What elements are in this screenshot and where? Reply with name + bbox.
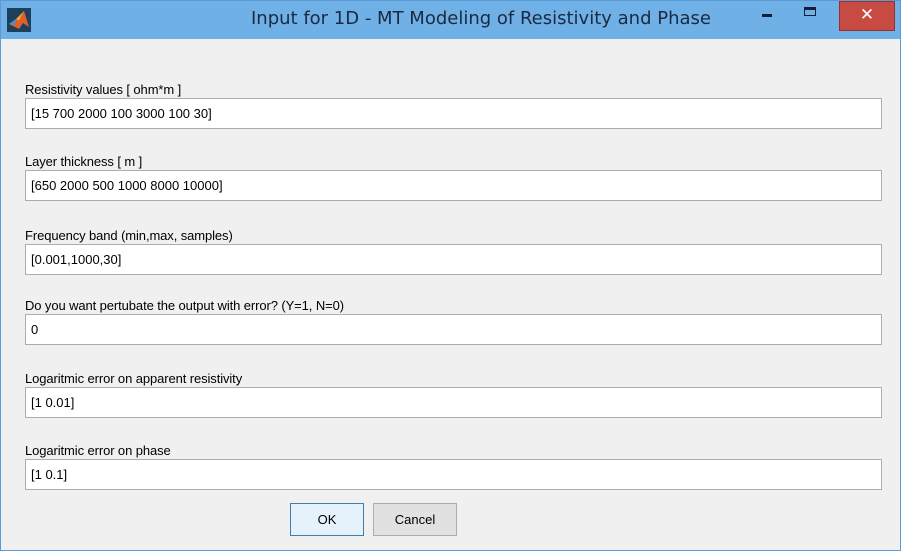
perturbate-error-input[interactable] <box>25 314 882 345</box>
minimize-icon <box>762 14 772 17</box>
close-button[interactable]: ✕ <box>839 1 895 31</box>
frequency-band-label: Frequency band (min,max, samples) <box>25 228 233 243</box>
ok-button[interactable]: OK <box>290 503 364 536</box>
close-icon: ✕ <box>859 5 875 25</box>
frequency-band-input[interactable] <box>25 244 882 275</box>
resistivity-input[interactable] <box>25 98 882 129</box>
cancel-button[interactable]: Cancel <box>373 503 457 536</box>
perturbate-error-label: Do you want pertubate the output with er… <box>25 298 344 313</box>
layer-thickness-label: Layer thickness [ m ] <box>25 154 143 169</box>
maximize-button[interactable] <box>791 1 831 29</box>
resistivity-error-label: Logaritmic error on apparent resistivity <box>25 371 243 386</box>
dialog-body: Resistivity values [ ohm*m ] Layer thick… <box>9 39 892 548</box>
minimize-button[interactable] <box>746 1 786 29</box>
layer-thickness-input[interactable] <box>25 170 882 201</box>
phase-error-input[interactable] <box>25 459 882 490</box>
resistivity-error-input[interactable] <box>25 387 882 418</box>
maximize-icon <box>804 7 816 16</box>
resistivity-label: Resistivity values [ ohm*m ] <box>25 82 182 97</box>
window-title: Input for 1D - MT Modeling of Resistivit… <box>251 8 711 29</box>
matlab-logo-icon <box>7 8 31 32</box>
title-bar[interactable]: Input for 1D - MT Modeling of Resistivit… <box>1 1 900 39</box>
dialog-window: Input for 1D - MT Modeling of Resistivit… <box>0 0 901 551</box>
phase-error-label: Logaritmic error on phase <box>25 443 171 458</box>
